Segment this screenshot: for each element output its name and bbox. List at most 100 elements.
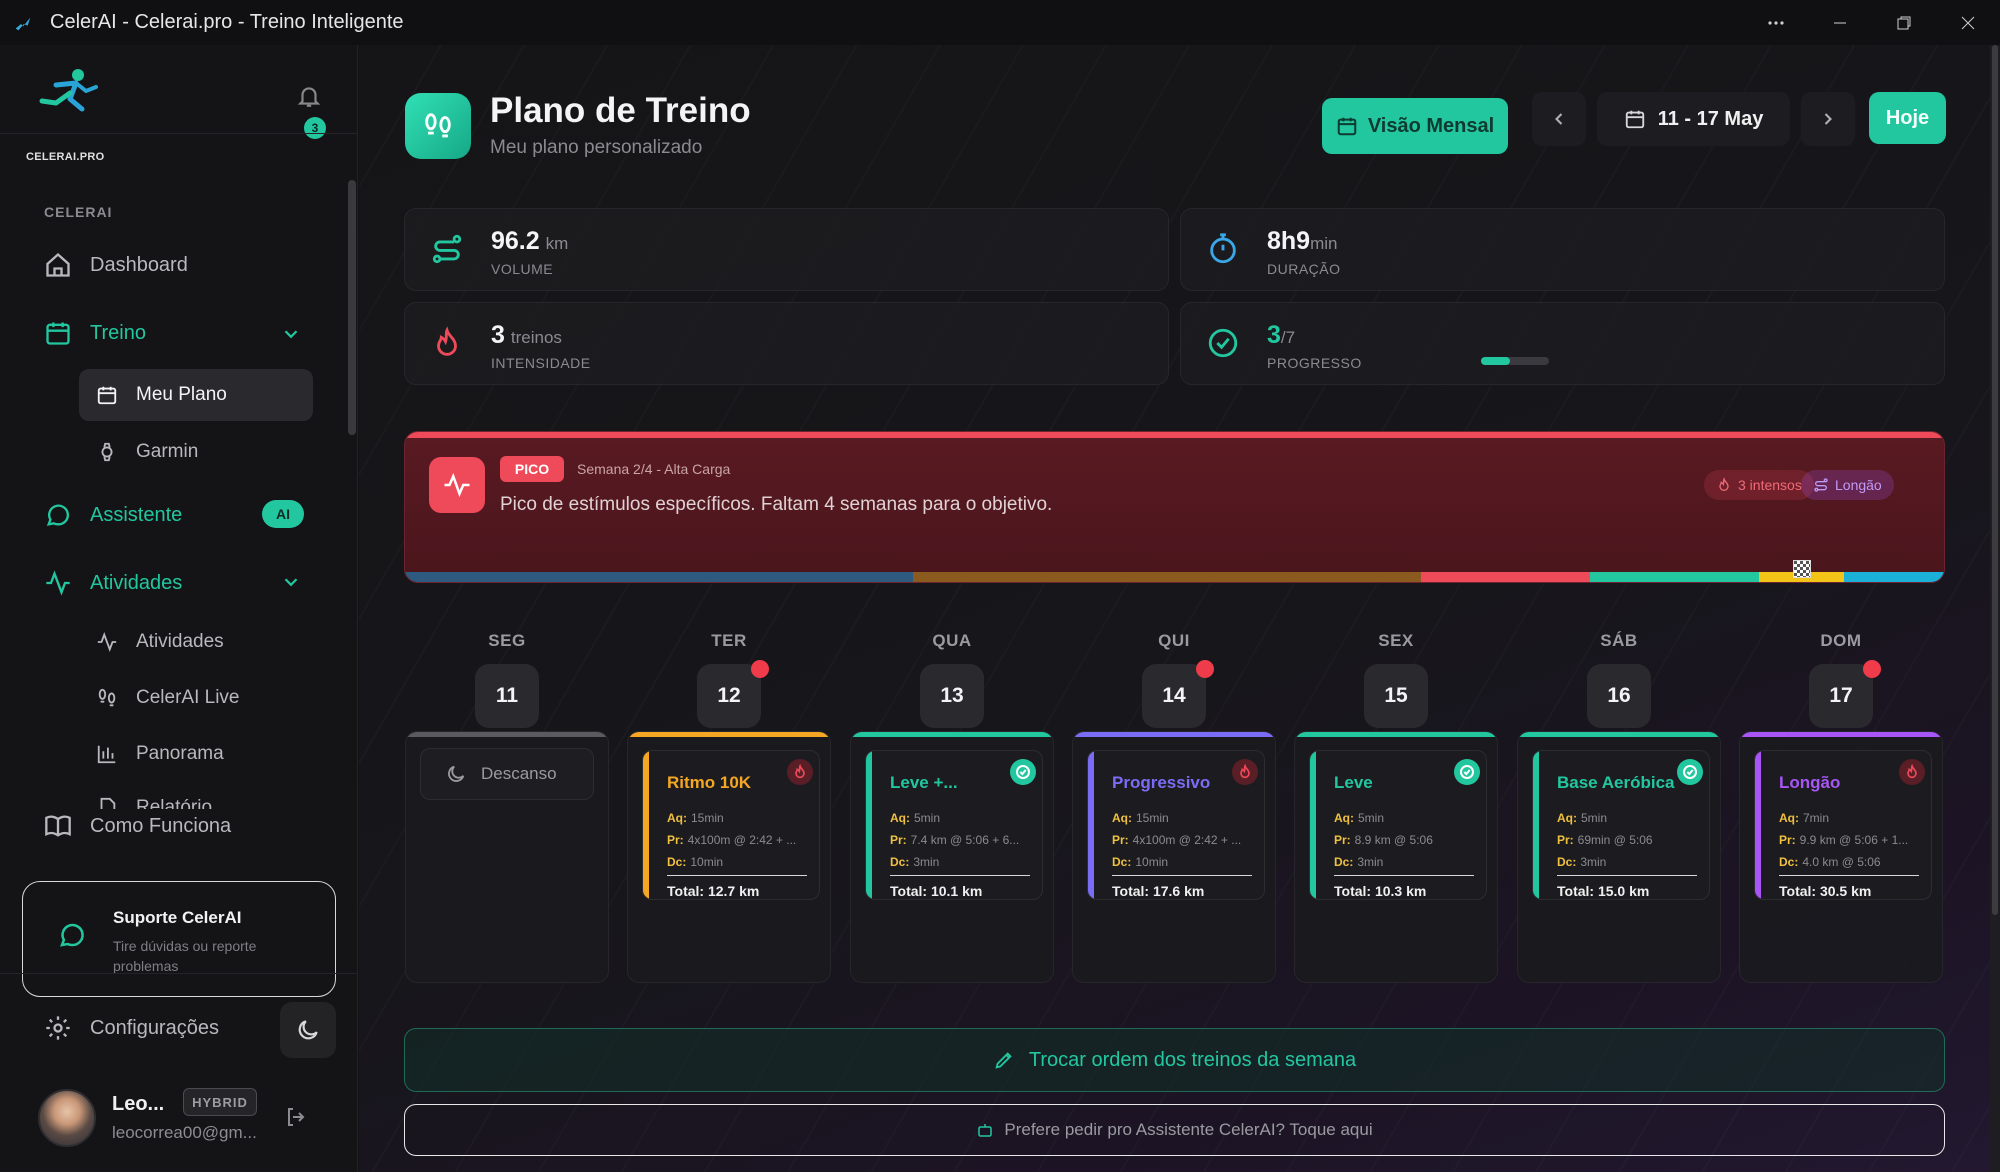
progress-fill — [1481, 357, 1511, 365]
sidebar-item-relatorio[interactable]: Relatório — [96, 797, 212, 809]
day-header[interactable]: QUI 14 — [1072, 631, 1276, 728]
day-name: SÁB — [1600, 631, 1638, 650]
day-header[interactable]: SÁB 16 — [1517, 631, 1721, 728]
day-number[interactable]: 15 — [1364, 664, 1428, 728]
day-number[interactable]: 17 — [1809, 660, 1881, 728]
workout-total: Total: 10.3 km — [1334, 883, 1427, 899]
stopwatch-icon — [1199, 225, 1247, 273]
restore-button[interactable] — [1872, 0, 1936, 45]
minimize-button[interactable] — [1808, 0, 1872, 45]
sidebar-item-label: Meu Plano — [136, 384, 227, 405]
sidebar-item-atividades-group[interactable]: Atividades — [44, 569, 182, 597]
day-header[interactable]: SEX 15 — [1294, 631, 1498, 728]
celerai-logo[interactable] — [26, 65, 106, 125]
sidebar-item-celerai-live[interactable]: CelerAI Live — [96, 687, 240, 709]
rest-card[interactable]: Descanso — [420, 748, 594, 800]
avatar[interactable] — [38, 1089, 96, 1147]
today-button[interactable]: Hoje — [1869, 92, 1946, 144]
chevron-right-icon — [1824, 113, 1832, 125]
close-button[interactable] — [1936, 0, 2000, 45]
route-icon — [423, 225, 471, 273]
sidebar-item-dashboard[interactable]: Dashboard — [44, 251, 188, 279]
footprints-icon — [405, 93, 471, 159]
workout-card[interactable]: Leve +... Aq: 5min Pr: 7.4 km @ 5:06 + 6... D… — [865, 750, 1043, 900]
day-name: DOM — [1820, 631, 1862, 650]
stat-progress: 3/7 PROGRESSO — [1180, 302, 1945, 385]
theme-toggle-button[interactable] — [280, 1002, 336, 1058]
prev-week-button[interactable] — [1532, 92, 1586, 146]
sidebar-item-assistente[interactable]: Assistente — [44, 501, 182, 529]
sidebar-item-meu-plano[interactable]: Meu Plano — [96, 384, 227, 406]
day-column: Progressivo Aq: 15min Pr: 4x100m @ 2:42 + ..… — [1072, 731, 1276, 983]
stat-unit: treinos — [510, 328, 562, 347]
bell-icon[interactable] — [296, 83, 322, 109]
support-card[interactable]: Suporte CelerAI Tire dúvidas ou reporte … — [22, 881, 336, 997]
day-header[interactable]: QUA 13 — [850, 631, 1054, 728]
ask-assistant-button[interactable]: Prefere pedir pro Assistente CelerAI? To… — [404, 1104, 1945, 1156]
book-icon — [45, 815, 71, 837]
workout-name: Base Aeróbica — [1557, 773, 1675, 792]
stat-label: VOLUME — [491, 261, 554, 277]
main-content: Plano de Treino Meu plano personalizado … — [359, 45, 2000, 1172]
workout-main: Pr: 4x100m @ 2:42 + ... — [1112, 833, 1242, 847]
sidebar-item-panorama[interactable]: Panorama — [96, 743, 224, 765]
chevron-down-icon[interactable] — [280, 571, 302, 593]
sidebar-item-label: Configurações — [90, 1016, 219, 1039]
sidebar-item-atividades[interactable]: Atividades — [96, 631, 224, 653]
tag-intense: 3 intensos — [1704, 470, 1814, 500]
day-number[interactable]: 12 — [697, 660, 769, 728]
stat-value: 8h9 — [1267, 227, 1311, 255]
workout-main: Pr: 4x100m @ 2:42 + ... — [667, 833, 797, 847]
day-header[interactable]: DOM 17 — [1739, 631, 1943, 728]
next-week-button[interactable] — [1801, 92, 1855, 146]
sidebar-item-treino[interactable]: Treino — [44, 319, 146, 347]
day-number[interactable]: 11 — [475, 664, 539, 728]
monthly-view-button[interactable]: Visão Mensal — [1322, 98, 1508, 154]
sidebar-item-garmin[interactable]: Garmin — [96, 441, 198, 463]
workout-total: Total: 17.6 km — [1112, 883, 1205, 899]
workout-card[interactable]: Leve Aq: 5min Pr: 8.9 km @ 5:06 Dc: 3min Total:… — [1309, 750, 1487, 900]
workout-cooldown: Dc: 3min — [890, 855, 940, 869]
stat-value: 3 — [1267, 321, 1281, 349]
footprints-icon — [98, 688, 116, 707]
sidebar-item-como-funciona[interactable]: Como Funciona — [44, 812, 231, 840]
timeline-segment — [1843, 572, 1944, 582]
chevron-down-icon[interactable] — [280, 323, 302, 345]
day-column: Base Aeróbica Aq: 5min Pr: 69min @ 5:06 Dc: 3m… — [1517, 731, 1721, 983]
stat-value: 96.2 — [491, 227, 540, 255]
day-header[interactable]: SEG 11 — [405, 631, 609, 728]
day-number[interactable]: 14 — [1142, 660, 1214, 728]
watch-icon — [101, 442, 113, 462]
sidebar-item-configuracoes[interactable]: Configurações — [44, 1014, 219, 1042]
workout-card[interactable]: Base Aeróbica Aq: 5min Pr: 69min @ 5:06 Dc: 3m… — [1532, 750, 1710, 900]
check-circle-icon — [1199, 319, 1247, 367]
support-title: Suporte CelerAI — [113, 908, 242, 927]
sidebar-scrollbar[interactable] — [348, 180, 356, 435]
divider — [0, 133, 358, 134]
more-options-button[interactable] — [1744, 0, 1808, 45]
workout-card[interactable]: Ritmo 10K Aq: 15min Pr: 4x100m @ 2:42 + ... D… — [642, 750, 820, 900]
workout-card[interactable]: Progressivo Aq: 15min Pr: 4x100m @ 2:42 + ..… — [1087, 750, 1265, 900]
date-range[interactable]: 11 - 17 May — [1597, 92, 1790, 146]
logout-icon[interactable] — [284, 1105, 308, 1129]
sidebar-item-label: Relatório — [136, 797, 213, 809]
day-name: QUA — [932, 631, 972, 650]
workout-cooldown: Dc: 10min — [1112, 855, 1169, 869]
file-icon — [100, 797, 116, 809]
activity-icon — [46, 570, 70, 596]
ai-badge: AI — [262, 500, 304, 528]
workout-card[interactable]: Longão Aq: 7min Pr: 9.9 km @ 5:06 + 1... Dc: 4… — [1754, 750, 1932, 900]
calendar-icon — [1337, 117, 1357, 136]
day-number[interactable]: 13 — [920, 664, 984, 728]
heartbeat-icon — [429, 457, 485, 513]
day-column: Descanso — [405, 731, 609, 983]
timeline-segment — [405, 572, 913, 582]
stat-label: DURAÇÃO — [1267, 261, 1341, 277]
stat-label: INTENSIDADE — [491, 355, 591, 371]
swap-order-button[interactable]: Trocar ordem dos treinos da semana — [404, 1028, 1945, 1092]
progress-bar — [1481, 357, 1549, 365]
day-header[interactable]: TER 12 — [627, 631, 831, 728]
main-scrollbar[interactable] — [1990, 45, 2000, 1172]
day-column: Leve +... Aq: 5min Pr: 7.4 km @ 5:06 + 6... D… — [850, 731, 1054, 983]
day-number[interactable]: 16 — [1587, 664, 1651, 728]
